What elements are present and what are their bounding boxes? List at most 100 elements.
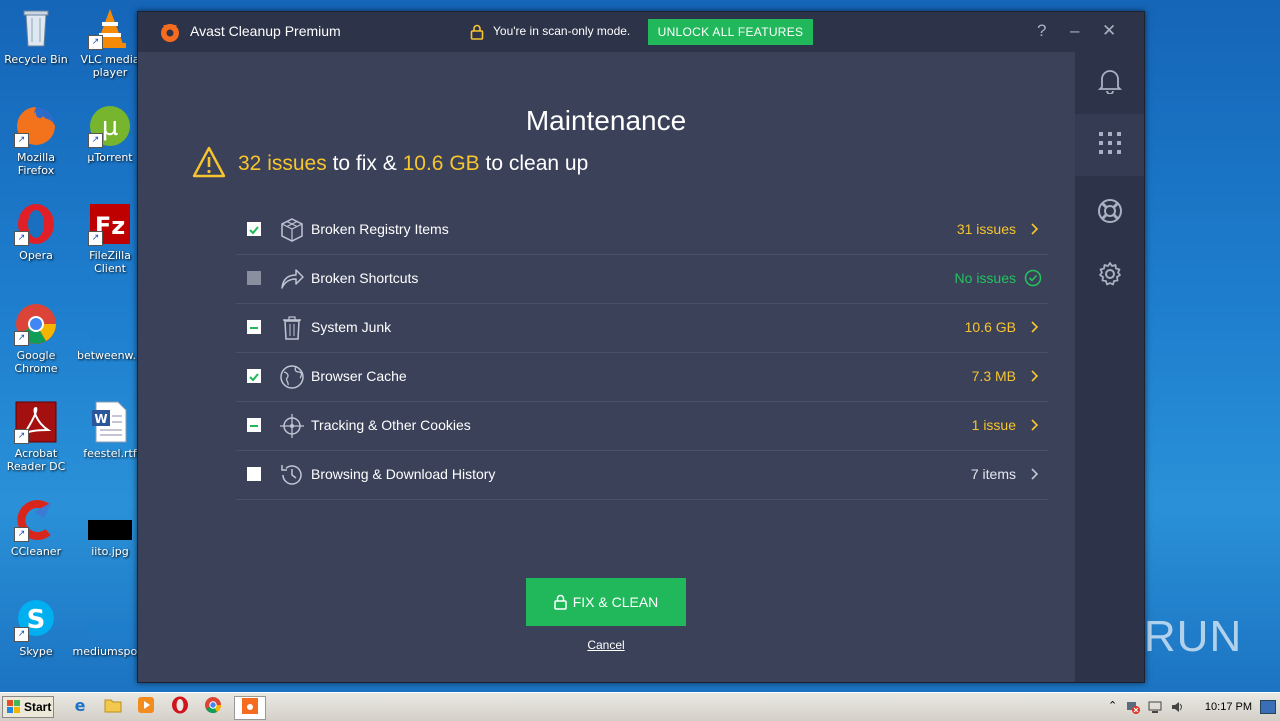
word-doc-icon: W xyxy=(88,400,132,444)
firefox-icon: ↗ xyxy=(14,104,58,148)
list-item-system-junk[interactable]: System Junk 10.6 GB xyxy=(236,304,1048,353)
avast-cleanup-window: Avast Cleanup Premium You're in scan-onl… xyxy=(137,11,1145,683)
list-item-broken-shortcuts[interactable]: Broken Shortcuts No issues xyxy=(236,255,1048,304)
crosshair-icon xyxy=(279,413,305,439)
close-button[interactable]: ✕ xyxy=(1102,21,1116,41)
vlc-cone-icon: ↗ xyxy=(88,6,132,50)
page-title: Maintenance xyxy=(525,104,687,136)
chevron-right-icon xyxy=(1028,221,1040,237)
avast-logo-icon xyxy=(241,697,259,719)
checkbox-partial[interactable] xyxy=(247,418,261,432)
chevron-right-icon xyxy=(1028,368,1040,384)
notifications-button[interactable] xyxy=(1075,52,1144,114)
cancel-link[interactable]: Cancel xyxy=(138,638,1074,652)
svg-text:W: W xyxy=(94,412,107,426)
summary-text-1: to fix & xyxy=(332,152,397,175)
taskbar: Start e ⌃ 10:17 PM xyxy=(0,692,1280,721)
lock-icon xyxy=(470,24,484,44)
blank-file-icon xyxy=(88,302,132,346)
list-item-broken-registry[interactable]: Broken Registry Items 31 issues xyxy=(236,206,1048,255)
folder-icon xyxy=(104,697,122,717)
checkbox-checked[interactable] xyxy=(247,369,261,383)
volume-icon[interactable] xyxy=(1170,699,1184,718)
acrobat-icon: ↗ xyxy=(14,400,58,444)
media-player-icon xyxy=(137,696,155,718)
help-button[interactable]: ? xyxy=(1037,21,1046,41)
lifebuoy-icon xyxy=(1097,198,1123,228)
taskbar-chrome[interactable] xyxy=(201,697,225,717)
right-sidebar xyxy=(1075,52,1144,682)
summary-line: 32 issues to fix & 10.6 GB to clean up xyxy=(192,146,588,182)
display-icon[interactable] xyxy=(1148,699,1162,718)
taskbar-ie[interactable]: e xyxy=(68,696,92,718)
show-hidden-icons-icon[interactable]: ⌃ xyxy=(1108,699,1117,712)
cleanup-size: 10.6 GB xyxy=(402,152,480,175)
fix-button-label: FIX & CLEAN xyxy=(572,594,659,610)
desktop-icon-opera[interactable]: ↗ Opera xyxy=(0,202,74,262)
grid-icon xyxy=(1098,132,1121,158)
summary-text-2: to clean up xyxy=(485,152,589,175)
taskbar-media-player[interactable] xyxy=(134,697,158,717)
chevron-right-icon xyxy=(1028,417,1040,433)
taskbar-avast-active[interactable] xyxy=(234,696,266,720)
desktop-icon-skype[interactable]: S ↗ Skype xyxy=(0,598,74,658)
list-item-browsing-history[interactable]: Browsing & Download History 7 items xyxy=(236,451,1048,500)
fix-and-clean-button[interactable]: FIX & CLEAN xyxy=(526,578,686,626)
checkbox-checked[interactable] xyxy=(247,222,261,236)
taskbar-explorer[interactable] xyxy=(101,697,125,717)
list-item-browser-cache[interactable]: Browser Cache 7.3 MB xyxy=(236,353,1048,402)
desktop-icon-recycle-bin[interactable]: Recycle Bin xyxy=(0,6,74,66)
network-alert-icon[interactable] xyxy=(1126,699,1140,718)
checkbox-unchecked[interactable] xyxy=(247,467,261,481)
checkbox-disabled xyxy=(247,271,261,285)
show-desktop-button[interactable] xyxy=(1260,700,1276,714)
settings-button[interactable] xyxy=(1075,245,1144,307)
chrome-icon: ↗ xyxy=(14,302,58,346)
skype-icon: S ↗ xyxy=(14,598,58,642)
chrome-icon xyxy=(204,696,222,718)
windows-logo-icon xyxy=(7,700,21,714)
desktop-icon-acrobat[interactable]: ↗ Acrobat Reader DC xyxy=(0,400,74,473)
opera-icon xyxy=(171,696,189,718)
checkbox-partial[interactable] xyxy=(247,320,261,334)
trash-icon xyxy=(279,315,305,341)
svg-text:S: S xyxy=(27,605,46,635)
gear-icon xyxy=(1097,261,1123,291)
check-circle-icon xyxy=(1024,269,1042,287)
shortcut-arrow-icon xyxy=(279,266,305,292)
item-value: No issues xyxy=(954,270,1016,286)
title-bar: Avast Cleanup Premium You're in scan-onl… xyxy=(138,12,1144,52)
lock-icon xyxy=(553,594,567,610)
desktop-icon-firefox[interactable]: ↗ Mozilla Firefox xyxy=(0,104,74,177)
desktop-icon-ccleaner[interactable]: ↗ CCleaner xyxy=(0,498,74,558)
item-value: 31 issues xyxy=(956,221,1016,237)
svg-text:e: e xyxy=(75,696,86,714)
recycle-bin-icon xyxy=(14,6,58,50)
app-title: Avast Cleanup Premium xyxy=(190,23,341,39)
minimize-button[interactable]: – xyxy=(1070,21,1079,41)
apps-grid-button[interactable] xyxy=(1075,114,1144,176)
chevron-right-icon xyxy=(1028,319,1040,335)
scan-mode-text: You're in scan-only mode. xyxy=(493,24,631,38)
item-value: 10.6 GB xyxy=(964,319,1016,335)
clock[interactable]: 10:17 PM xyxy=(1205,701,1252,713)
system-tray: ⌃ 10:17 PM xyxy=(1102,693,1280,721)
bell-icon xyxy=(1097,68,1122,98)
start-button[interactable]: Start xyxy=(2,696,54,718)
list-item-tracking-cookies[interactable]: Tracking & Other Cookies 1 issue xyxy=(236,402,1048,451)
internet-explorer-icon: e xyxy=(71,696,89,718)
support-button[interactable] xyxy=(1075,182,1144,244)
history-clock-icon xyxy=(279,462,305,488)
unlock-all-features-button[interactable]: UNLOCK ALL FEATURES xyxy=(648,19,813,45)
desktop-icon-chrome[interactable]: ↗ Google Chrome xyxy=(0,302,74,375)
item-value: 7 items xyxy=(970,466,1016,482)
opera-icon: ↗ xyxy=(14,202,58,246)
filezilla-icon: Fz ↗ xyxy=(88,202,132,246)
svg-text:µ: µ xyxy=(102,112,119,142)
blank-file-icon xyxy=(88,598,132,642)
avast-logo-icon xyxy=(159,21,181,43)
globe-icon xyxy=(279,364,305,390)
chevron-right-icon xyxy=(1028,466,1040,482)
taskbar-opera[interactable] xyxy=(168,696,192,718)
ccleaner-icon: ↗ xyxy=(14,498,58,542)
